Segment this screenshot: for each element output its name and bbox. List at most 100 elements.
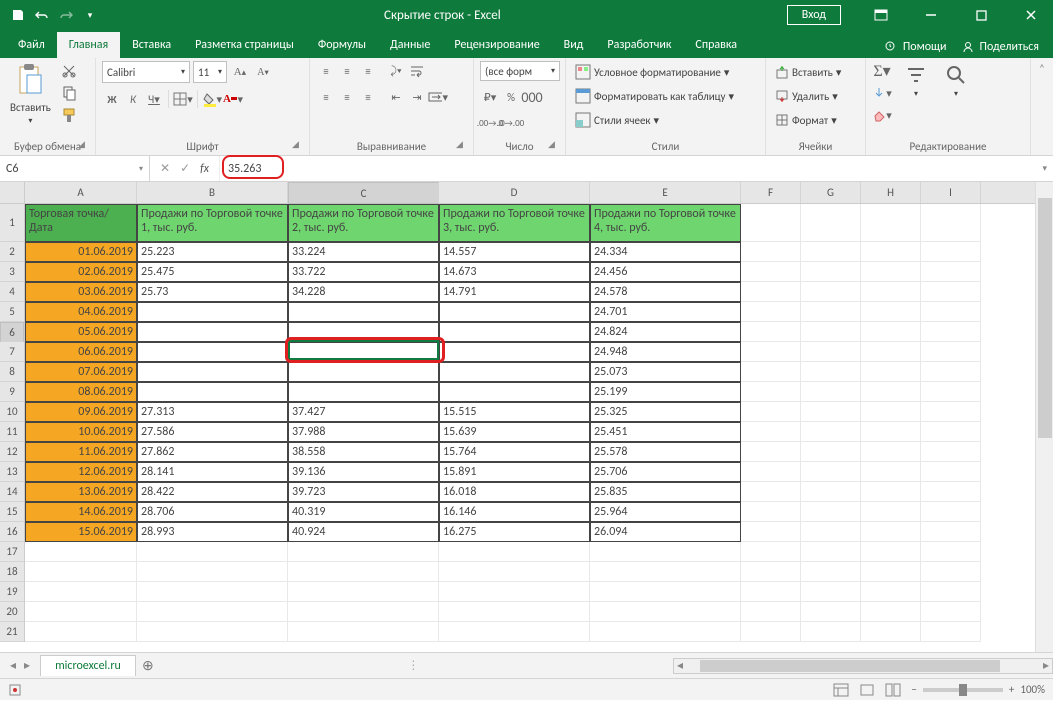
- header-cell[interactable]: [741, 204, 801, 242]
- zoom-in-icon[interactable]: +: [1009, 683, 1014, 696]
- cell[interactable]: [861, 342, 921, 362]
- cell[interactable]: [288, 582, 439, 602]
- cell[interactable]: [801, 622, 861, 642]
- cell[interactable]: [741, 542, 801, 562]
- cancel-icon[interactable]: ✕: [160, 161, 170, 176]
- cell[interactable]: 10.06.2019: [25, 422, 137, 442]
- cell[interactable]: 40.319: [288, 502, 439, 522]
- cell[interactable]: [288, 562, 439, 582]
- zoom-level[interactable]: 100%: [1020, 683, 1045, 696]
- align-left-icon[interactable]: ≡: [316, 87, 336, 107]
- comma-icon[interactable]: 000: [522, 87, 542, 107]
- percent-icon[interactable]: %: [501, 87, 521, 107]
- cell[interactable]: [861, 582, 921, 602]
- decrease-indent-icon[interactable]: ⇤: [386, 87, 406, 107]
- cell[interactable]: 06.06.2019: [25, 342, 137, 362]
- sheet-prev-icon[interactable]: ◂: [10, 658, 16, 673]
- cell[interactable]: [741, 302, 801, 322]
- cell[interactable]: [801, 502, 861, 522]
- zoom-out-icon[interactable]: −: [911, 683, 916, 696]
- cell[interactable]: [741, 342, 801, 362]
- cell[interactable]: [741, 422, 801, 442]
- cell[interactable]: 25.835: [590, 482, 741, 502]
- fill-icon[interactable]: ▾: [872, 83, 892, 103]
- cell[interactable]: 28.993: [137, 522, 288, 542]
- cell[interactable]: [921, 622, 981, 642]
- cell[interactable]: 14.673: [439, 262, 590, 282]
- cell[interactable]: 14.06.2019: [25, 502, 137, 522]
- cell[interactable]: 39.723: [288, 482, 439, 502]
- cell[interactable]: [861, 622, 921, 642]
- fx-icon[interactable]: fx: [200, 162, 209, 176]
- col-header-B[interactable]: B: [137, 182, 288, 203]
- tab-help[interactable]: Справка: [683, 32, 749, 58]
- cell[interactable]: 08.06.2019: [25, 382, 137, 402]
- cell[interactable]: [861, 262, 921, 282]
- row-header[interactable]: 8: [0, 362, 24, 382]
- cell[interactable]: 28.706: [137, 502, 288, 522]
- cell[interactable]: 25.578: [590, 442, 741, 462]
- col-header-C[interactable]: C: [288, 182, 439, 204]
- row-header[interactable]: 7: [0, 342, 24, 362]
- cell[interactable]: [741, 502, 801, 522]
- maximize-button[interactable]: [963, 1, 999, 29]
- cell[interactable]: 11.06.2019: [25, 442, 137, 462]
- italic-button[interactable]: К: [123, 89, 143, 109]
- header-cell[interactable]: Торговая точка/ Дата: [25, 204, 137, 242]
- vertical-scrollbar[interactable]: [1035, 182, 1053, 652]
- cell[interactable]: 26.094: [590, 522, 741, 542]
- cell[interactable]: [137, 382, 288, 402]
- cell[interactable]: [801, 322, 861, 342]
- increase-font-icon[interactable]: A▴: [230, 62, 250, 82]
- undo-icon[interactable]: [34, 7, 50, 23]
- cell[interactable]: 24.578: [590, 282, 741, 302]
- col-header-H[interactable]: H: [861, 182, 921, 203]
- bold-button[interactable]: Ж: [102, 89, 122, 109]
- row-header[interactable]: 1: [0, 204, 24, 242]
- tab-file[interactable]: Файл: [6, 32, 57, 58]
- cell[interactable]: [921, 242, 981, 262]
- decrease-font-icon[interactable]: A▾: [253, 62, 273, 82]
- col-header-D[interactable]: D: [439, 182, 590, 203]
- cell[interactable]: [861, 522, 921, 542]
- cut-icon[interactable]: [59, 61, 79, 81]
- header-cell[interactable]: [921, 204, 981, 242]
- row-header[interactable]: 2: [0, 242, 24, 262]
- cell[interactable]: [861, 402, 921, 422]
- cell[interactable]: [861, 282, 921, 302]
- align-right-icon[interactable]: ≡: [358, 87, 378, 107]
- cell[interactable]: [439, 542, 590, 562]
- tab-formulas[interactable]: Формулы: [306, 32, 378, 58]
- cell[interactable]: [861, 242, 921, 262]
- tab-layout[interactable]: Разметка страницы: [183, 32, 306, 58]
- cell[interactable]: [801, 382, 861, 402]
- paste-button[interactable]: Вставить ▾: [6, 61, 55, 128]
- row-header[interactable]: 11: [0, 422, 24, 442]
- align-middle-icon[interactable]: ≡: [337, 61, 357, 81]
- cell[interactable]: 25.706: [590, 462, 741, 482]
- cell[interactable]: 25.325: [590, 402, 741, 422]
- sheet-next-icon[interactable]: ▸: [24, 658, 30, 673]
- cell[interactable]: [137, 542, 288, 562]
- cell[interactable]: [921, 442, 981, 462]
- tab-home[interactable]: Главная: [57, 32, 120, 58]
- header-cell[interactable]: [861, 204, 921, 242]
- cell[interactable]: [921, 502, 981, 522]
- cell[interactable]: 15.764: [439, 442, 590, 462]
- cell[interactable]: 25.475: [137, 262, 288, 282]
- cell[interactable]: [25, 542, 137, 562]
- cell[interactable]: [590, 542, 741, 562]
- cell[interactable]: 25.199: [590, 382, 741, 402]
- cell[interactable]: [921, 402, 981, 422]
- cell[interactable]: [861, 602, 921, 622]
- cell[interactable]: 15.639: [439, 422, 590, 442]
- row-header[interactable]: 10: [0, 402, 24, 422]
- minimize-button[interactable]: [913, 1, 949, 29]
- cell[interactable]: [741, 522, 801, 542]
- cell[interactable]: [137, 602, 288, 622]
- row-header[interactable]: 21: [0, 622, 24, 642]
- close-button[interactable]: [1013, 1, 1049, 29]
- col-header-A[interactable]: A: [25, 182, 137, 203]
- select-all-corner[interactable]: [0, 182, 25, 204]
- cell[interactable]: 25.223: [137, 242, 288, 262]
